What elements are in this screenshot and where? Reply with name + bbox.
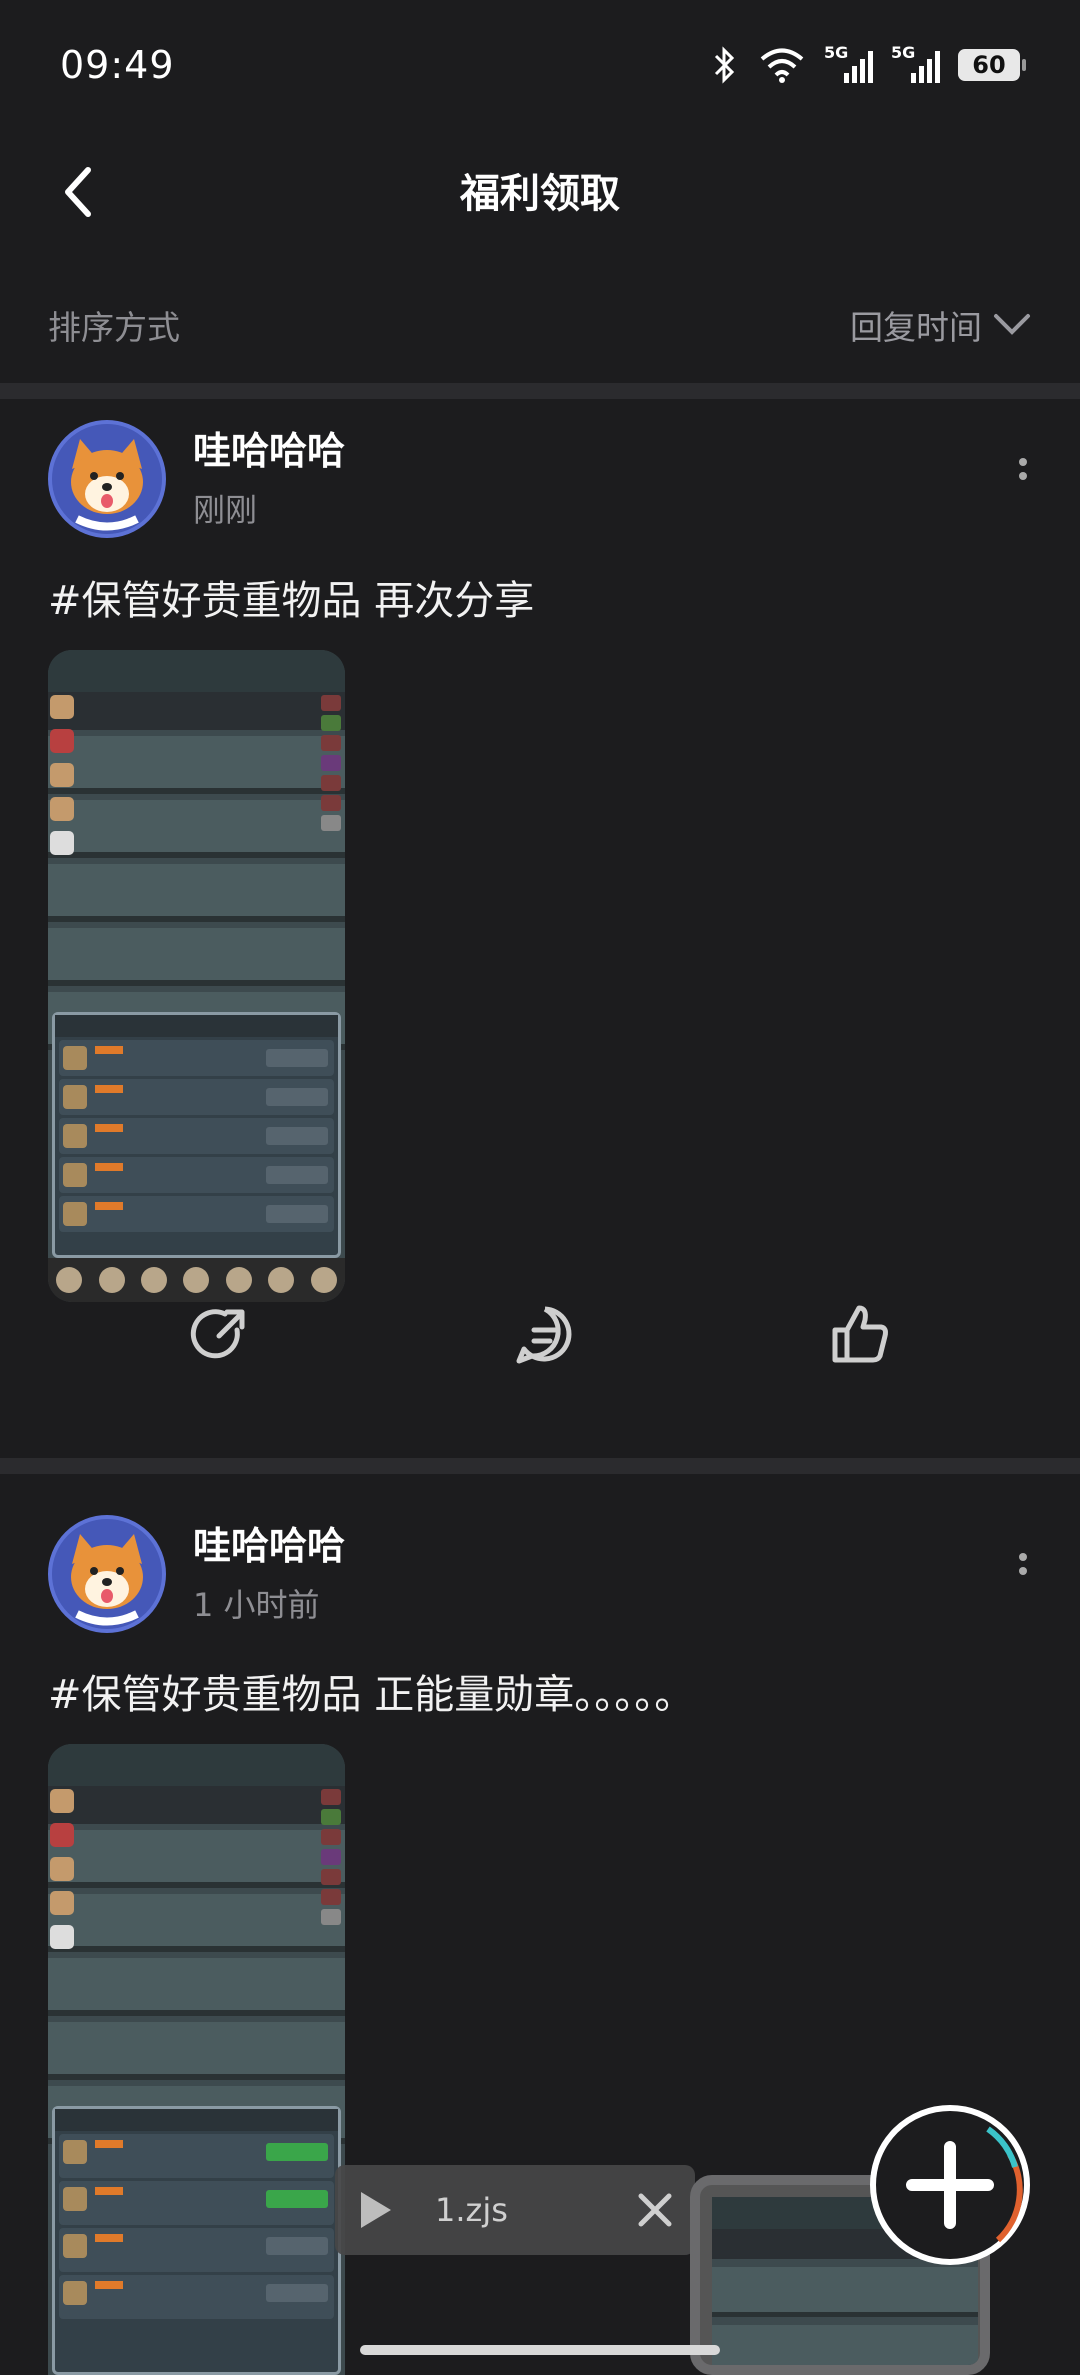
- post-text[interactable]: #保管好贵重物品 再次分享: [48, 568, 534, 626]
- fab-accent-ring-icon: [986, 2126, 1023, 2243]
- signal-label-sim2: 5G: [891, 43, 916, 62]
- post-image[interactable]: [48, 650, 345, 1302]
- section-divider: [0, 1458, 1080, 1474]
- post-time: 刚刚: [193, 491, 258, 529]
- shiba-avatar-icon: [52, 424, 162, 534]
- signal-label-sim1: 5G: [824, 43, 849, 62]
- sort-dropdown[interactable]: 回复时间: [850, 301, 1032, 349]
- post-image[interactable]: [48, 1744, 345, 2375]
- author-name[interactable]: 哇哈哈哈: [193, 1515, 345, 1570]
- status-time: 09:49: [60, 43, 175, 87]
- sort-label: 排序方式: [48, 308, 180, 347]
- more-options-icon[interactable]: [1008, 452, 1038, 502]
- chevron-down-icon: [994, 314, 1030, 335]
- post-header: 哇哈哈哈 刚刚: [48, 410, 1038, 540]
- floating-player[interactable]: 1.zjs: [335, 2165, 695, 2255]
- status-bar: 09:49 5G 5G 60: [0, 0, 1080, 130]
- avatar[interactable]: [48, 1515, 166, 1633]
- header: 福利领取: [0, 140, 1080, 240]
- like-icon[interactable]: [825, 1300, 895, 1370]
- share-icon[interactable]: [185, 1300, 255, 1370]
- sort-row: 排序方式 回复时间: [0, 285, 1080, 365]
- post-actions: [0, 1300, 1080, 1380]
- more-options-icon[interactable]: [1008, 1547, 1038, 1597]
- post-header: 哇哈哈哈 1 小时前: [48, 1505, 1038, 1635]
- player-filename: 1.zjs: [435, 2191, 508, 2229]
- post-time: 1 小时前: [193, 1586, 320, 1624]
- avatar[interactable]: [48, 420, 166, 538]
- shiba-avatar-icon: [52, 1519, 162, 1629]
- post-text[interactable]: #保管好贵重物品 正能量勋章。。。。。: [48, 1662, 694, 1720]
- comment-icon[interactable]: [510, 1300, 580, 1370]
- section-divider: [0, 383, 1080, 399]
- wifi-icon: [760, 48, 804, 83]
- bluetooth-icon: [714, 46, 735, 84]
- back-arrow-icon[interactable]: [50, 162, 110, 222]
- post-card[interactable]: 哇哈哈哈 刚刚 #保管好贵重物品 再次分享: [0, 400, 1080, 1460]
- sort-value: 回复时间: [850, 308, 982, 347]
- play-icon[interactable]: [355, 2188, 395, 2232]
- signal-icon-sim1: 5G: [824, 43, 873, 83]
- page-title: 福利领取: [460, 171, 620, 217]
- signal-icon-sim2: 5G: [891, 43, 940, 83]
- status-icons: 5G 5G 60: [710, 43, 1026, 85]
- author-name[interactable]: 哇哈哈哈: [193, 420, 345, 475]
- battery-level: 60: [972, 51, 1006, 79]
- home-indicator[interactable]: [360, 2345, 720, 2355]
- close-icon[interactable]: [635, 2190, 675, 2230]
- battery-icon: 60: [958, 49, 1026, 81]
